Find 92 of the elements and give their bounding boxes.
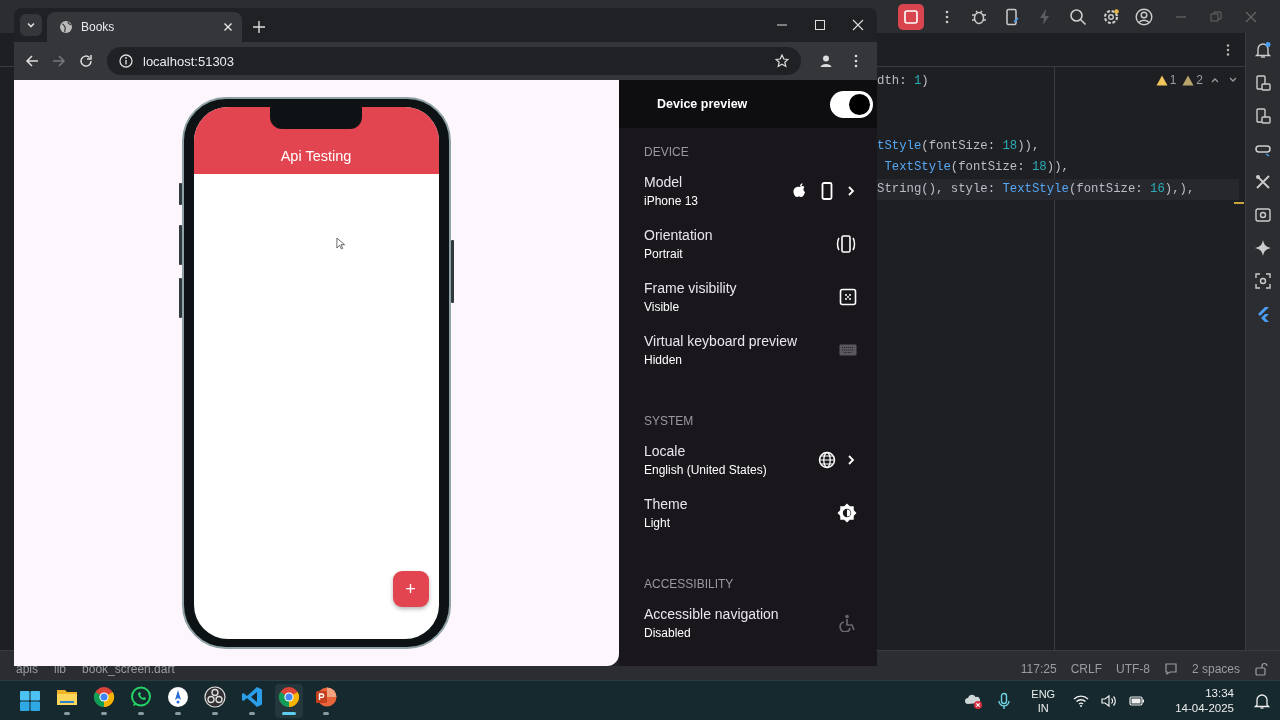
account-icon[interactable] <box>1135 7 1153 26</box>
cursor-icon <box>335 237 345 250</box>
warning-icon <box>1155 74 1168 86</box>
setting-value: iPhone 13 <box>644 193 699 208</box>
chat-icon <box>130 686 152 708</box>
setting-label[interactable]: Virtual keyboard preview <box>644 332 798 349</box>
code-line: TextStyle(fontSize: 18)), <box>883 160 1069 174</box>
setting-label[interactable]: Locale <box>644 442 767 459</box>
chevron-right-icon[interactable] <box>845 453 857 466</box>
scan-icon[interactable] <box>1254 272 1272 290</box>
section-heading: SYSTEM <box>644 413 695 430</box>
presentation-icon <box>315 686 337 708</box>
reload-icon[interactable] <box>79 54 93 68</box>
running-indicator <box>212 712 218 715</box>
cursor-position[interactable]: 117:25 <box>1020 662 1057 676</box>
browser-icon <box>93 686 115 708</box>
indent-setting[interactable]: 2 spaces <box>1191 662 1240 676</box>
section-heading: DEVICE <box>644 144 690 161</box>
running-indicator <box>64 712 70 715</box>
setting-value: Portrait <box>644 246 684 261</box>
breadcrumb-item[interactable]: book_screen.dart <box>82 662 175 676</box>
code-line: dth: 1) <box>877 74 929 88</box>
device-manager-icon[interactable] <box>1254 74 1272 92</box>
weak-warning-icon <box>1182 74 1195 86</box>
rings-icon <box>204 686 226 708</box>
add-button[interactable]: + <box>392 571 429 607</box>
setting-label[interactable]: Orientation <box>644 226 713 243</box>
notification-icon[interactable] <box>1254 41 1272 59</box>
warning-count[interactable]: 1 <box>1155 73 1177 87</box>
running-indicator <box>282 712 296 715</box>
warning-count[interactable]: 2 <box>1182 73 1203 87</box>
globe-icon <box>59 20 73 34</box>
brightness-icon[interactable] <box>837 502 857 523</box>
panel-title: Device preview <box>657 97 748 111</box>
running-indicator <box>138 712 144 715</box>
sparkle-icon[interactable] <box>1254 239 1272 257</box>
setting-label[interactable]: Frame visibility <box>644 279 737 296</box>
section-heading: ACCESSIBILITY <box>644 576 735 593</box>
device-icon[interactable] <box>1003 7 1021 26</box>
app-title: Api Testing <box>280 148 352 164</box>
tab-title: Books <box>81 20 116 34</box>
code-line: tStyle(fontSize: 18)), <box>877 138 1040 153</box>
volume-icon[interactable] <box>1101 692 1118 709</box>
globe-icon <box>818 450 836 469</box>
stop-button[interactable] <box>898 3 924 30</box>
code-line: String(), style: TextStyle(fontSize: 16),), <box>877 181 1195 196</box>
frame-icon[interactable] <box>839 287 857 306</box>
windows-icon <box>19 689 41 712</box>
profile-icon[interactable] <box>819 54 833 68</box>
compass-icon <box>167 686 189 708</box>
breadcrumb-item[interactable]: apis <box>16 662 38 676</box>
setting-value: Visible <box>644 299 681 314</box>
file-encoding[interactable]: UTF-8 <box>1115 662 1150 676</box>
setting-value: English (United States) <box>644 462 767 477</box>
address-bar[interactable]: localhost:51303 <box>107 47 801 75</box>
search-icon[interactable] <box>1069 7 1087 26</box>
taskbar-app[interactable] <box>201 683 229 718</box>
setting-label[interactable]: Model <box>644 173 699 190</box>
new-tab-icon[interactable] <box>252 20 266 34</box>
tools-icon[interactable] <box>1254 173 1272 191</box>
setting-label[interactable]: Theme <box>644 495 688 512</box>
star-icon[interactable] <box>775 54 789 68</box>
running-indicator <box>249 712 255 715</box>
rotate-icon[interactable] <box>835 232 857 255</box>
device-manager-icon[interactable] <box>1254 107 1272 125</box>
maximize-icon[interactable] <box>814 19 826 31</box>
running-indicator <box>175 712 181 715</box>
setting-value: Hidden <box>644 352 684 367</box>
line-separator[interactable]: CRLF <box>1070 662 1102 676</box>
chevron-right-icon[interactable] <box>845 184 857 197</box>
lock-icon[interactable] <box>1254 662 1268 676</box>
accessibility-icon[interactable] <box>839 613 857 632</box>
setting-value: Disabled <box>644 625 692 640</box>
change-marker <box>1234 202 1244 204</box>
browser-icon <box>278 686 300 708</box>
clock[interactable]: 13:34 14-04-2025 <box>1175 685 1234 716</box>
comment-icon[interactable] <box>1163 662 1178 676</box>
browser-tab[interactable]: Books <box>47 12 242 42</box>
device-preview-toggle[interactable] <box>830 90 873 118</box>
taskbar-app[interactable] <box>275 683 303 718</box>
info-icon[interactable] <box>119 54 133 68</box>
language-indicator[interactable]: ENG IN <box>1031 686 1056 715</box>
tab-search-button[interactable] <box>20 14 42 36</box>
setting-label[interactable]: Accessible navigation <box>644 605 779 622</box>
setting-value: Light <box>644 515 672 530</box>
back-icon[interactable] <box>25 54 39 68</box>
running-indicator <box>323 712 329 715</box>
running-indicator <box>101 712 107 715</box>
inspector-icon[interactable] <box>1254 206 1272 224</box>
notification-icon[interactable] <box>1254 692 1270 709</box>
code-editor-icon <box>241 686 263 708</box>
settings-icon[interactable] <box>1102 7 1120 26</box>
